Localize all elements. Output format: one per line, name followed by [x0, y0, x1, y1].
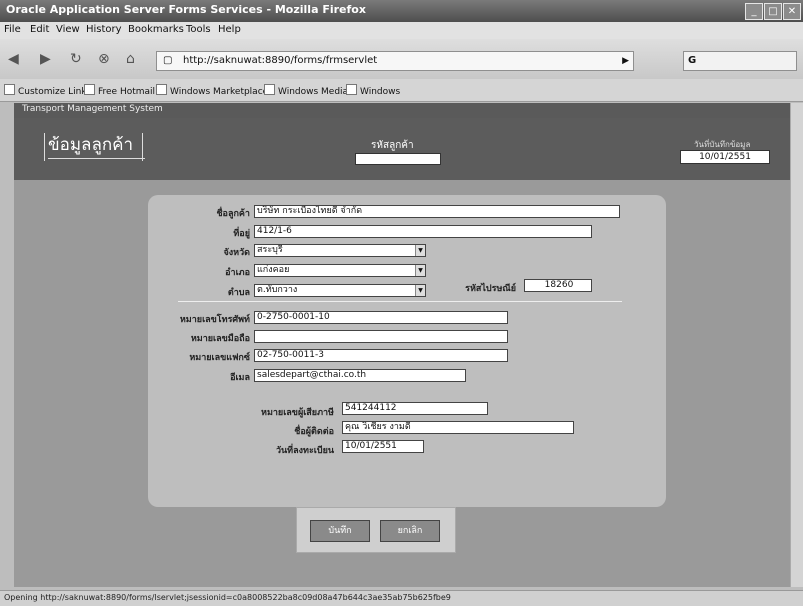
subdistrict-label: ตำบล	[227, 288, 250, 298]
close-icon[interactable]: ✕	[783, 3, 801, 20]
province-select[interactable]: สระบุรี ▼	[254, 244, 426, 257]
name-label: ชื่อลูกค้า	[216, 209, 250, 219]
menu-edit[interactable]: Edit	[30, 24, 49, 35]
postcode-field[interactable]: 18260	[524, 279, 592, 292]
contact-field[interactable]: คุณ วิเชียร งามดี	[342, 421, 574, 434]
bookmark-icon	[264, 84, 275, 95]
url-bar[interactable]: ▢ http://saknuwat:8890/forms/frmservlet …	[156, 51, 634, 71]
chevron-down-icon[interactable]: ▼	[415, 265, 425, 276]
email-field[interactable]: salesdepart@cthai.co.th	[254, 369, 466, 382]
taxid-field[interactable]: 541244112	[342, 402, 488, 415]
bookmark-icon	[84, 84, 95, 95]
applet-title: Transport Management System	[22, 104, 163, 114]
url-text: http://saknuwat:8890/forms/frmservlet	[183, 55, 378, 66]
fax-label: หมายเลขแฟกซ์	[189, 353, 250, 363]
customer-code-field[interactable]	[355, 153, 441, 165]
cancel-button[interactable]: ยกเลิก	[380, 520, 440, 542]
phone-field[interactable]: 0-2750-0001-10	[254, 311, 508, 324]
menu-bar: File Edit View History Bookmarks Tools H…	[0, 22, 803, 39]
bookmarks-toolbar: Customize Links Free Hotmail Windows Mar…	[0, 79, 803, 102]
status-bar: Opening http://saknuwat:8890/forms/lserv…	[0, 590, 803, 606]
record-date-field[interactable]: 10/01/2551	[680, 150, 770, 164]
mobile-label: หมายเลขมือถือ	[190, 334, 250, 344]
district-value: แก่งคอย	[257, 265, 290, 275]
province-label: จังหวัด	[223, 248, 251, 258]
mobile-field[interactable]	[254, 330, 508, 343]
district-select[interactable]: แก่งคอย ▼	[254, 264, 426, 277]
bookmark-icon	[4, 84, 15, 95]
fax-field[interactable]: 02-750-0011-3	[254, 349, 508, 362]
vertical-scrollbar[interactable]	[790, 103, 803, 587]
address-label: ที่อยู่	[233, 229, 250, 239]
page-icon: ▢	[163, 55, 173, 66]
contact-label: ชื่อผู้ติดต่อ	[294, 427, 334, 437]
status-text: Opening http://saknuwat:8890/forms/lserv…	[4, 593, 451, 602]
bookmark-customize-links[interactable]: Customize Links	[4, 84, 91, 97]
bookmark-icon	[156, 84, 167, 95]
menu-file[interactable]: File	[4, 24, 21, 35]
search-engine-icon[interactable]: G	[688, 52, 696, 70]
menu-bookmarks[interactable]: Bookmarks	[128, 24, 184, 35]
regdate-field[interactable]: 10/01/2551	[342, 440, 424, 453]
minimize-icon[interactable]: _	[745, 3, 763, 20]
window-title-bar: Oracle Application Server Forms Services…	[0, 0, 803, 22]
subdistrict-select[interactable]: ต.ทับกวาง ▼	[254, 284, 426, 297]
address-field[interactable]: 412/1-6	[254, 225, 592, 238]
back-icon[interactable]: ◀	[8, 51, 19, 67]
forward-icon[interactable]: ▶	[40, 51, 51, 67]
postcode-label: รหัสไปรษณีย์	[465, 284, 516, 294]
bookmark-free-hotmail[interactable]: Free Hotmail	[84, 84, 155, 97]
email-label: อีเมล	[230, 373, 250, 383]
stop-icon[interactable]: ⊗	[98, 51, 110, 67]
bookmark-icon	[346, 84, 357, 95]
page-title: ข้อมูลลูกค้า	[43, 131, 146, 161]
section-divider	[178, 301, 622, 302]
menu-view[interactable]: View	[56, 24, 80, 35]
chevron-down-icon[interactable]: ▼	[415, 285, 425, 296]
go-icon[interactable]: ▶	[622, 52, 629, 70]
bookmark-windows-marketplace[interactable]: Windows Marketplace	[156, 84, 268, 97]
menu-help[interactable]: Help	[218, 24, 241, 35]
province-value: สระบุรี	[257, 245, 283, 255]
reload-icon[interactable]: ↻	[70, 51, 82, 67]
taxid-label: หมายเลขผู้เสียภาษี	[261, 408, 334, 418]
menu-history[interactable]: History	[86, 24, 122, 35]
search-input[interactable]: G	[683, 51, 797, 71]
regdate-label: วันที่ลงทะเบียน	[275, 446, 334, 456]
chevron-down-icon[interactable]: ▼	[415, 245, 425, 256]
customer-code-label: รหัสลูกค้า	[371, 140, 414, 151]
menu-tools[interactable]: Tools	[186, 24, 211, 35]
bookmark-windows[interactable]: Windows	[346, 84, 400, 97]
customer-name-field[interactable]: บริษัท กระเบื้องไทยดี จำกัด	[254, 205, 620, 218]
district-label: อำเภอ	[225, 268, 250, 278]
home-icon[interactable]: ⌂	[126, 51, 135, 67]
applet-title-bar: Transport Management System	[14, 103, 790, 118]
maximize-icon[interactable]: □	[764, 3, 782, 20]
subdistrict-value: ต.ทับกวาง	[257, 285, 298, 295]
window-title: Oracle Application Server Forms Services…	[6, 3, 366, 16]
phone-label: หมายเลขโทรศัพท์	[179, 315, 250, 325]
save-button[interactable]: บันทึก	[310, 520, 370, 542]
bookmark-windows-media[interactable]: Windows Media	[264, 84, 348, 97]
